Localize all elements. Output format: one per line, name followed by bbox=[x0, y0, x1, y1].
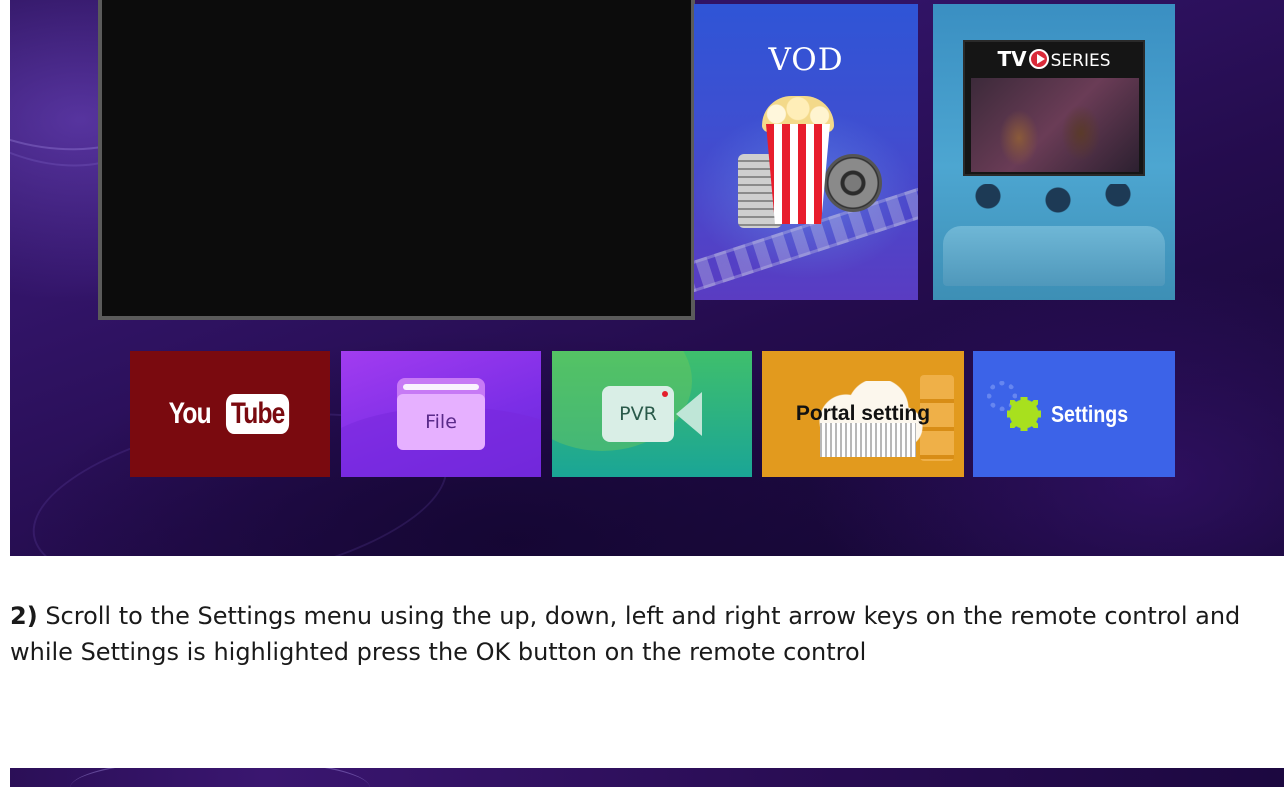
settings-label: Settings bbox=[1050, 400, 1128, 427]
tile-settings[interactable]: Settings bbox=[973, 351, 1175, 477]
file-label: File bbox=[397, 394, 485, 450]
instruction-paragraph: 2) Scroll to the Settings menu using the… bbox=[10, 598, 1250, 670]
logo-tv-text: TV bbox=[997, 47, 1027, 71]
video-camera-icon: PVR bbox=[602, 386, 702, 442]
next-screenshot-cropped bbox=[10, 768, 1284, 787]
film-reel-icon bbox=[824, 154, 882, 212]
tile-pvr[interactable]: PVR bbox=[552, 351, 752, 477]
play-icon bbox=[1028, 49, 1049, 69]
series-screen-graphic: TV SERIES bbox=[963, 40, 1145, 176]
tile-youtube[interactable]: You Tube bbox=[130, 351, 330, 477]
tile-portal-setting[interactable]: Portal setting bbox=[762, 351, 964, 477]
sofa-graphic bbox=[943, 226, 1165, 286]
tile-tv-series[interactable]: TV SERIES bbox=[933, 4, 1175, 300]
cloud-lines-graphic bbox=[820, 423, 916, 457]
folder-icon: File bbox=[397, 378, 485, 450]
background-swirl bbox=[70, 768, 370, 787]
popcorn-bucket-icon bbox=[766, 124, 830, 224]
logo-series-text: SERIES bbox=[1050, 51, 1111, 71]
youtube-logo-you: You bbox=[168, 397, 211, 430]
tv-series-logo: TV SERIES bbox=[965, 42, 1143, 76]
youtube-logo-tube: Tube bbox=[225, 394, 290, 434]
tile-vod[interactable]: VOD bbox=[694, 4, 918, 300]
instruction-text: Scroll to the Settings menu using the up… bbox=[10, 602, 1241, 666]
series-scene-image bbox=[971, 78, 1139, 172]
youtube-logo: You Tube bbox=[164, 394, 297, 434]
home-screen-screenshot: VOD TV SERIES You Tube File PVR Portal s… bbox=[10, 0, 1284, 556]
pvr-label: PVR bbox=[619, 403, 657, 425]
gear-icon bbox=[1006, 397, 1041, 431]
live-preview-pane[interactable] bbox=[98, 0, 695, 320]
portal-setting-label: Portal setting bbox=[795, 402, 931, 425]
step-number: 2) bbox=[10, 602, 38, 630]
tile-file[interactable]: File bbox=[341, 351, 541, 477]
vod-title: VOD bbox=[768, 42, 844, 78]
record-dot-icon bbox=[662, 391, 668, 397]
